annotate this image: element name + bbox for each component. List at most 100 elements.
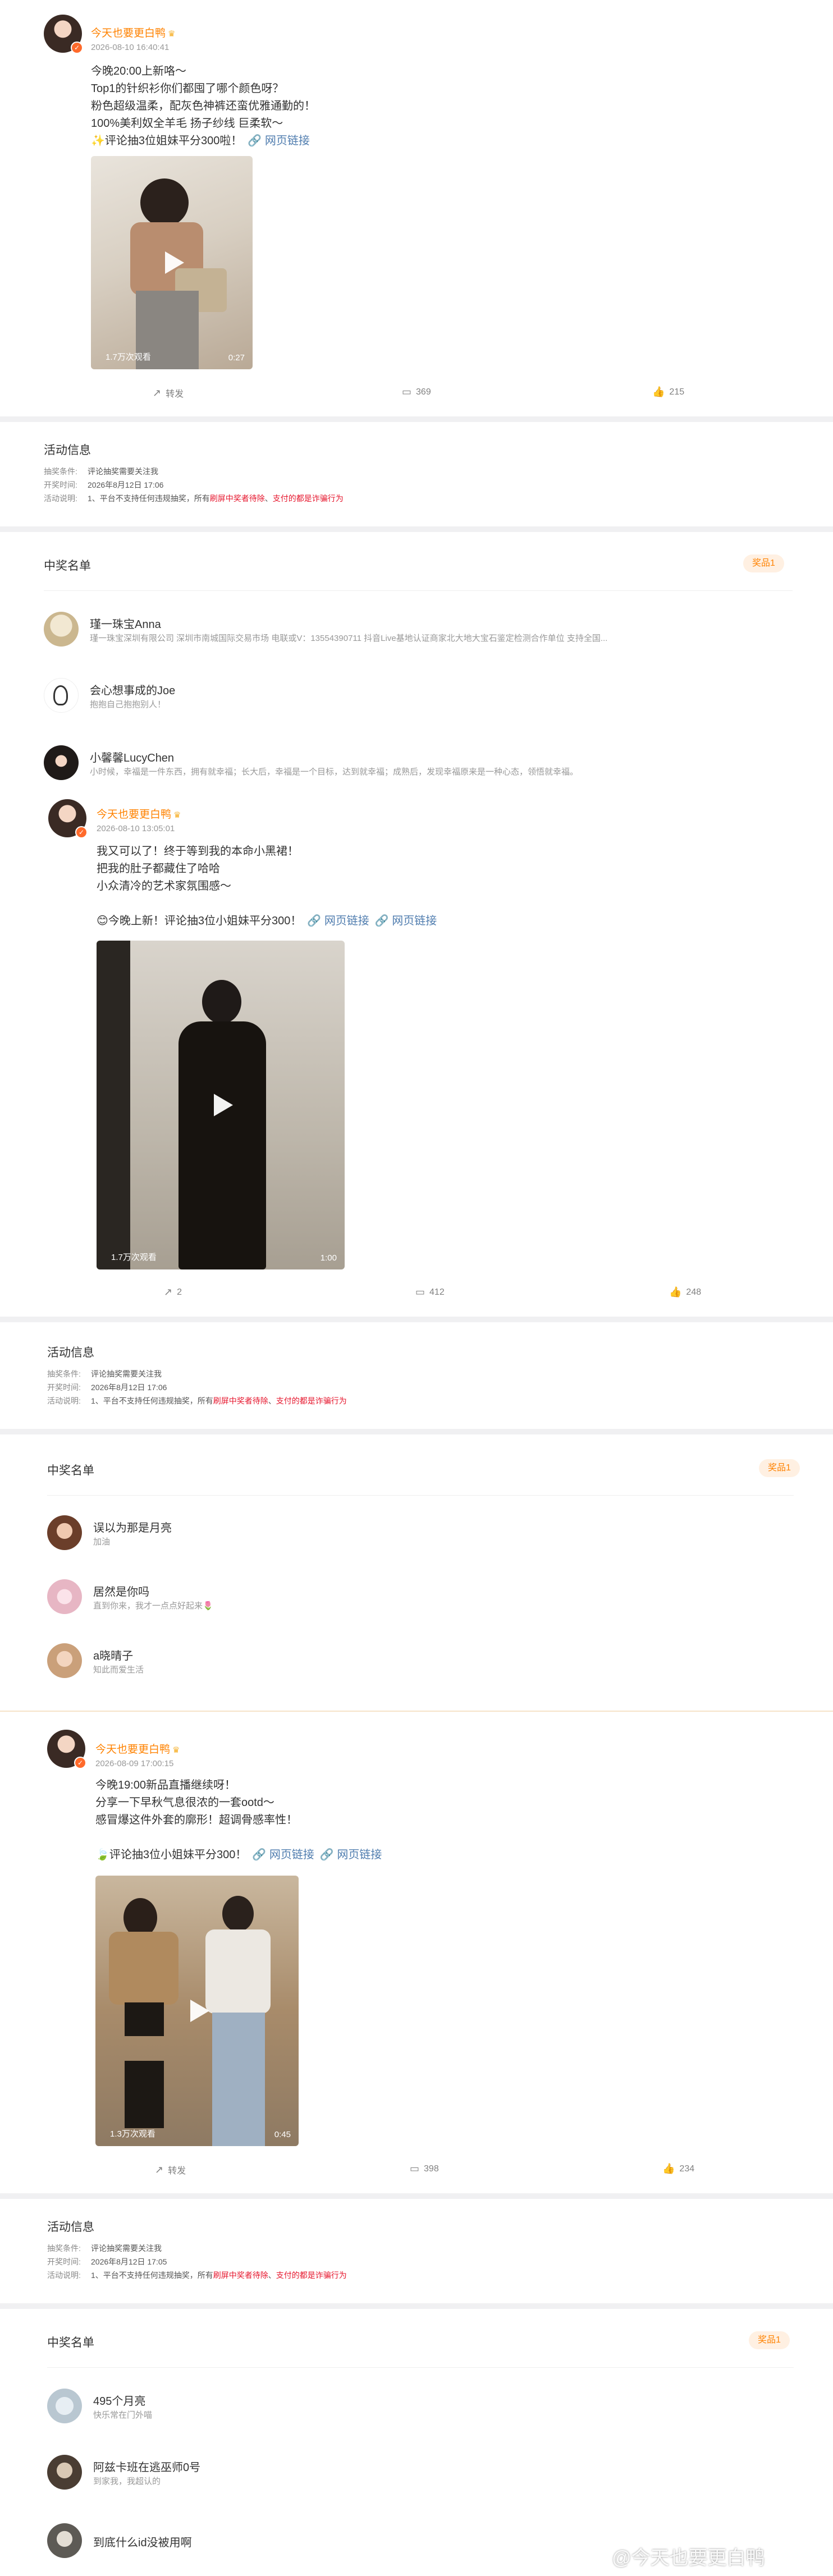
winner-avatar[interactable] xyxy=(47,2389,82,2423)
like-button[interactable]: 👍 215 xyxy=(652,386,684,398)
verified-badge-icon: ✓ xyxy=(75,826,88,838)
post-video[interactable]: 1.7万次观看 0:27 xyxy=(91,156,253,369)
web-link[interactable]: 🔗 网页链接 xyxy=(307,915,369,927)
author-name[interactable]: 今天也要更白鸭 ♛ xyxy=(91,25,175,40)
post-time[interactable]: 2026-08-10 13:05:01 xyxy=(97,824,175,833)
video-view-count: 1.7万次观看 xyxy=(106,352,151,362)
post-text: 我又可以了！终于等到我的本命小黑裙！ 把我的肚子都藏住了哈哈 小众清冷的艺术家氛… xyxy=(97,845,437,927)
thumbs-up-icon: 👍 xyxy=(662,2163,675,2174)
winner-avatar[interactable] xyxy=(44,745,79,780)
activity-title: 活动信息 xyxy=(47,2221,94,2234)
thumbs-up-icon: 👍 xyxy=(652,386,665,397)
prize-badge: 奖品1 xyxy=(749,2331,790,2349)
winner-desc: 快乐常在门外喵 xyxy=(93,2410,153,2420)
share-icon: ↗ xyxy=(164,1286,173,1298)
post-time[interactable]: 2026-08-10 16:40:41 xyxy=(91,43,169,52)
comment-icon: ▭ xyxy=(415,1286,425,1298)
post-video[interactable]: 1.3万次观看 0:45 xyxy=(95,1876,299,2146)
author-name[interactable]: 今天也要更白鸭 ♛ xyxy=(97,806,181,821)
share-button[interactable]: ↗ 2 xyxy=(164,1286,182,1298)
share-button[interactable]: ↗ 转发 xyxy=(155,2163,186,2176)
comment-icon: ▭ xyxy=(410,2163,420,2174)
activity-title: 活动信息 xyxy=(44,444,91,457)
winner-list-title: 中奖名单 xyxy=(47,1464,94,1477)
play-icon[interactable] xyxy=(165,251,184,274)
winner-name[interactable]: 会心想事成的Joe xyxy=(90,681,175,698)
comment-icon: ▭ xyxy=(402,386,412,397)
winner-avatar[interactable] xyxy=(47,1515,82,1550)
video-figure-head xyxy=(202,980,241,1024)
winner-name[interactable]: 瑾一珠宝Anna xyxy=(90,615,161,631)
post-video[interactable]: 1.7万次观看 1:00 xyxy=(97,941,345,1269)
play-icon[interactable] xyxy=(190,2000,209,2022)
prize-badge: 奖品1 xyxy=(743,554,784,572)
winner-desc: 小时候，幸福是一件东西，拥有就幸福；长大后，幸福是一个目标，达到就幸福；成熟后，… xyxy=(90,767,579,777)
page: ✓ 今天也要更白鸭 ♛ 2026-08-10 16:40:41 今晚20:00上新… xyxy=(0,0,833,2576)
video-duration: 1:00 xyxy=(320,1253,337,1263)
winner-list-title: 中奖名单 xyxy=(47,2336,94,2349)
winner-name[interactable]: 到底什么id没被用啊 xyxy=(93,2533,192,2550)
verified-badge-icon: ✓ xyxy=(74,1757,86,1769)
winner-name[interactable]: 居然是你吗 xyxy=(93,1583,149,1599)
comment-button[interactable]: ▭ 369 xyxy=(402,386,431,398)
winner-name[interactable]: 小馨馨LucyChen xyxy=(90,749,174,765)
comment-button[interactable]: ▭ 412 xyxy=(415,1286,445,1298)
share-icon: ↗ xyxy=(155,2164,164,2175)
author-avatar[interactable]: ✓ xyxy=(47,1730,86,1769)
section-divider xyxy=(0,2193,833,2199)
play-icon[interactable] xyxy=(214,1094,233,1116)
winner-desc: 抱抱自己抱抱别人！ xyxy=(90,700,166,709)
winner-avatar[interactable] xyxy=(47,1643,82,1678)
winner-avatar[interactable] xyxy=(47,2455,82,2490)
share-icon: ↗ xyxy=(153,387,162,398)
video-figure-head xyxy=(222,1896,254,1932)
winner-desc: 知此而爱生活 xyxy=(93,1665,144,1675)
like-button[interactable]: 👍 234 xyxy=(662,2163,694,2175)
winner-avatar[interactable] xyxy=(47,1579,82,1614)
thumbs-up-icon: 👍 xyxy=(669,1286,682,1298)
winner-avatar[interactable] xyxy=(44,678,79,713)
video-figure-head xyxy=(140,178,189,227)
winner-avatar[interactable] xyxy=(44,612,79,647)
winner-list-title: 中奖名单 xyxy=(44,560,91,572)
winner-desc: 到家我，我超认的 xyxy=(93,2477,161,2486)
web-link[interactable]: 🔗 网页链接 xyxy=(320,1849,382,1861)
section-divider xyxy=(0,1429,833,1434)
video-figure-jeans xyxy=(212,2013,265,2146)
section-divider xyxy=(0,416,833,422)
watermark: @今天也要更白鸭 xyxy=(612,2547,765,2569)
winner-name[interactable]: a晓晴子 xyxy=(93,1647,133,1663)
web-link[interactable]: 🔗 网页链接 xyxy=(248,135,309,147)
video-figure-dress xyxy=(178,1021,266,1269)
activity-title: 活动信息 xyxy=(47,1346,94,1359)
web-link[interactable]: 🔗 网页链接 xyxy=(375,915,437,927)
winner-name[interactable]: 误以为那是月亮 xyxy=(93,1519,172,1535)
verified-badge-icon: ✓ xyxy=(71,42,83,54)
web-link[interactable]: 🔗 网页链接 xyxy=(252,1849,314,1861)
author-avatar[interactable]: ✓ xyxy=(48,799,88,838)
crown-icon: ♛ xyxy=(173,810,181,820)
post-text: 今晚19:00新品直播继续呀！ 分享一下早秋气息很浓的一套ootd～ 感冒爆这件… xyxy=(95,1779,382,1861)
section-divider xyxy=(0,1317,833,1322)
crown-icon: ♛ xyxy=(168,29,176,39)
like-button[interactable]: 👍 248 xyxy=(669,1286,701,1298)
share-button[interactable]: ↗ 转发 xyxy=(153,386,184,400)
video-doorframe xyxy=(97,941,130,1269)
winner-desc: 瑾一珠宝深圳有限公司 深圳市南城国际交易市场 电联或V：13554390711 … xyxy=(90,634,608,643)
video-figure-jacket xyxy=(109,1932,178,2005)
author-name[interactable]: 今天也要更白鸭 ♛ xyxy=(95,1741,180,1756)
author-avatar[interactable]: ✓ xyxy=(44,15,83,54)
winner-name[interactable]: 阿兹卡班在逃巫师0号 xyxy=(93,2458,200,2474)
video-figure-boots xyxy=(125,2061,164,2128)
post-time[interactable]: 2026-08-09 17:00:15 xyxy=(95,1759,173,1768)
video-figure-shirt xyxy=(205,1929,271,2014)
winner-desc: 加油 xyxy=(93,1537,111,1547)
video-view-count: 1.3万次观看 xyxy=(110,2129,155,2139)
video-duration: 0:45 xyxy=(274,2130,291,2139)
winner-name[interactable]: 495个月亮 xyxy=(93,2392,145,2408)
winner-desc: 直到你来，我才一点点好起来🌷 xyxy=(93,1601,213,1611)
video-figure-shorts xyxy=(125,2002,164,2036)
doodle-icon xyxy=(53,685,68,705)
comment-button[interactable]: ▭ 398 xyxy=(410,2163,439,2175)
winner-avatar[interactable] xyxy=(47,2523,82,2558)
